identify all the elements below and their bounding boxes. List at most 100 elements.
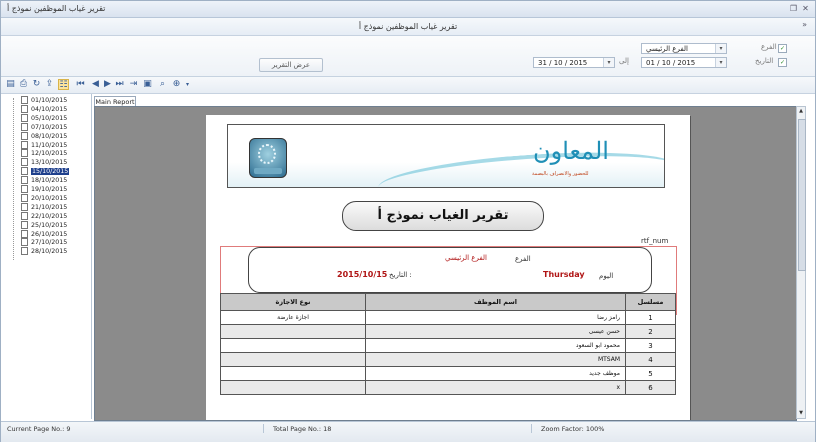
chevron-down-icon: ▾ (603, 58, 614, 67)
chevron-down-icon[interactable]: ▾ (182, 79, 193, 90)
show-report-button[interactable]: عرض التقرير (259, 58, 323, 72)
cell-serial: 3 (625, 338, 676, 353)
col-serial: مسلسل (625, 293, 676, 311)
table-row: محمود ابو السعود 3 (220, 338, 676, 353)
tree-item[interactable]: 12/10/2015 (21, 149, 67, 158)
tree-item[interactable]: 21/10/2015 (21, 202, 68, 211)
info-box: الفرع الفرع الرئيسي اليوم Thursday التار… (248, 247, 652, 293)
document-icon (21, 149, 28, 158)
document-icon (21, 113, 28, 122)
prev-page-icon[interactable]: ◀ (90, 79, 101, 90)
tree-item[interactable]: 25/10/2015 (21, 220, 68, 229)
panel-title: تقرير غياب الموظفين نموذج أ (358, 22, 458, 31)
date-checkbox[interactable]: ✓ (778, 58, 787, 67)
document-icon (21, 220, 28, 229)
date-label: التاريخ (755, 57, 774, 65)
to-label: إلى (619, 57, 629, 65)
branch-label: الفرع (761, 43, 777, 51)
print-icon[interactable]: ⎙ (18, 79, 29, 90)
tree-item[interactable]: 08/10/2015 (21, 131, 68, 140)
open-icon[interactable]: ▤ (5, 79, 16, 90)
tree-item-label: 18/10/2015 (31, 177, 68, 185)
tree-item[interactable]: 07/10/2015 (21, 122, 68, 131)
close-icon[interactable]: ✕ (800, 3, 811, 14)
tree-item[interactable]: 22/10/2015 (21, 211, 67, 220)
tree-item[interactable]: 28/10/2015 (21, 247, 68, 256)
tree-item[interactable]: 19/10/2015 (21, 185, 67, 193)
goto-page-icon[interactable]: ⇥ (128, 79, 139, 90)
tree-item[interactable]: 11/10/2015 (21, 140, 68, 149)
report-title: تقرير الغياب نموذج أ (342, 201, 544, 231)
tree-item[interactable]: 01/10/2015 (21, 96, 67, 104)
cell-leave-type (220, 352, 366, 367)
document-icon (21, 247, 28, 256)
refresh-icon[interactable]: ↻ (31, 79, 42, 90)
chevron-down-icon: ▾ (715, 58, 726, 67)
tree-item-label: 28/10/2015 (31, 248, 68, 256)
branch-field-label: الفرع (515, 255, 531, 263)
banner-swoosh (376, 144, 664, 187)
table-row: اجازة عارضة رامز رضا 1 (220, 310, 676, 325)
cell-employee-name: محمود ابو السعود (365, 338, 626, 353)
tree-item[interactable]: 15/10/2015 (21, 167, 70, 176)
search-icon[interactable]: ⌕ (157, 79, 168, 90)
tree-item-label: 05/10/2015 (31, 114, 68, 122)
scroll-up-icon[interactable]: ▲ (797, 107, 805, 116)
scroll-down-icon[interactable]: ▼ (797, 409, 805, 418)
first-page-icon[interactable]: ⏮ (75, 79, 86, 90)
zoom-icon[interactable]: ⊕ (171, 79, 182, 90)
document-icon (21, 122, 28, 131)
tree-item[interactable]: 13/10/2015 (21, 158, 67, 167)
export-icon[interactable]: ⇪ (44, 79, 55, 90)
report-viewer: المعاون للحضور والانصراف بالبصمة تقرير ا… (94, 106, 797, 421)
to-date-input[interactable]: 31 / 10 / 2015 ▾ (533, 57, 615, 68)
next-page-icon[interactable]: ▶ (102, 79, 113, 90)
branch-checkbox[interactable]: ✓ (778, 44, 787, 53)
tree-item[interactable]: 26/10/2015 (21, 229, 67, 238)
branch-select[interactable]: الفرع الرئيسي ▾ (641, 43, 727, 54)
tree-item[interactable]: 18/10/2015 (21, 176, 68, 185)
document-icon (21, 238, 28, 247)
tree-item-label: 15/10/2015 (31, 168, 70, 176)
cell-employee-name: رامز رضا (365, 310, 626, 325)
tree-toggle-icon[interactable]: ☷ (58, 79, 69, 90)
tree-item-label: 04/10/2015 (31, 105, 68, 113)
document-icon (21, 158, 28, 167)
tree-item[interactable]: 05/10/2015 (21, 113, 68, 122)
tree-item-label: 21/10/2015 (31, 203, 68, 211)
tree-item-label: 20/10/2015 (31, 194, 68, 202)
absence-table: نوع الاجازة اسم الموظف مسلسل اجازة عارضة… (220, 293, 676, 395)
status-divider (531, 424, 532, 433)
day-field-label: اليوم (599, 272, 614, 280)
tree-item[interactable]: 27/10/2015 (21, 238, 68, 247)
cell-employee-name: x (365, 380, 626, 395)
tree-item[interactable]: 04/10/2015 (21, 104, 68, 113)
vertical-scrollbar[interactable]: ▲ ▼ (796, 106, 806, 419)
tree-item[interactable]: 20/10/2015 (21, 193, 68, 202)
tree-item-label: 27/10/2015 (31, 239, 68, 247)
from-date-input[interactable]: 01 / 10 / 2015 ▾ (641, 57, 727, 68)
document-icon (21, 176, 28, 185)
restore-icon[interactable]: ❐ (788, 3, 799, 14)
status-bar: Current Page No.: 9 Total Page No.: 18 Z… (1, 421, 815, 442)
tree-connector (13, 98, 14, 260)
document-icon (21, 167, 28, 176)
day-field-value: Thursday (543, 270, 585, 279)
document-icon (21, 211, 28, 220)
tree-item-label: 11/10/2015 (31, 141, 68, 149)
rtf-num-field: rtf_num (641, 237, 669, 245)
document-icon (21, 193, 28, 202)
last-page-icon[interactable]: ⏭ (114, 79, 125, 90)
tree-item-label: 07/10/2015 (31, 123, 68, 131)
cell-serial: 2 (625, 324, 676, 339)
cell-leave-type: اجازة عارضة (220, 310, 366, 325)
scrollbar-thumb[interactable] (798, 119, 806, 271)
document-icon (21, 185, 28, 193)
stop-icon[interactable]: ▣ (142, 79, 153, 90)
report-page: المعاون للحضور والانصراف بالبصمة تقرير ا… (206, 115, 690, 420)
tree-item-label: 25/10/2015 (31, 221, 68, 229)
collapse-icon[interactable]: » (802, 20, 807, 29)
window-title: تقرير غياب الموظفين نموذج أ (7, 4, 106, 13)
tree-item-label: 08/10/2015 (31, 132, 68, 140)
document-icon (21, 104, 28, 113)
